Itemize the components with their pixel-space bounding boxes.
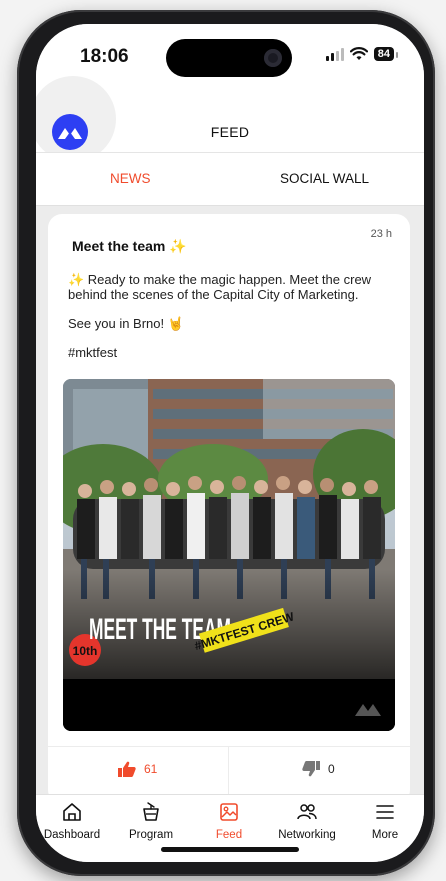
thumbs-up-icon xyxy=(118,761,136,777)
nav-label: Dashboard xyxy=(43,829,101,841)
post-title: Meet the team ✨ xyxy=(72,238,187,254)
battery-indicator: 84 xyxy=(373,47,399,61)
menu-icon xyxy=(376,805,394,819)
app-screen: 18:06 84 FEED NEWS SOCIAL WALL 23 h Meet… xyxy=(36,24,424,862)
people-icon xyxy=(297,804,317,820)
post-card[interactable]: 23 h Meet the team ✨ ✨ Ready to make the… xyxy=(48,214,410,804)
nav-dashboard[interactable]: Dashboard xyxy=(36,801,110,841)
post-paragraph: ✨ Ready to make the magic happen. Meet t… xyxy=(68,272,372,302)
post-timestamp: 23 h xyxy=(370,228,392,240)
like-count: 61 xyxy=(144,762,158,776)
camera-icon xyxy=(264,49,282,67)
wifi-icon xyxy=(349,47,368,60)
nav-label: More xyxy=(371,829,399,841)
dislike-count: 0 xyxy=(328,762,335,776)
page-title: FEED xyxy=(210,124,250,140)
feed-tabs: NEWS SOCIAL WALL xyxy=(36,152,424,206)
team-photo: 10th MEET THE TEAM #MKTFEST CREW xyxy=(63,379,395,731)
tab-news[interactable]: NEWS xyxy=(110,171,151,186)
reactions-bar: 61 0 xyxy=(48,746,410,801)
status-time: 18:06 xyxy=(80,46,129,67)
post-hashtag[interactable]: #mktfest xyxy=(68,345,398,360)
nav-feed[interactable]: Feed xyxy=(191,801,267,841)
podium-icon xyxy=(143,802,159,821)
nav-label: Feed xyxy=(215,829,243,841)
image-icon xyxy=(220,803,238,821)
post-paragraph: See you in Brno! 🤘 xyxy=(68,316,184,331)
image-badge-text: 10th xyxy=(73,644,98,658)
home-indicator[interactable] xyxy=(161,847,299,852)
thumbs-down-icon xyxy=(302,761,320,777)
nav-networking[interactable]: Networking xyxy=(269,801,345,841)
tab-social-wall[interactable]: SOCIAL WALL xyxy=(280,171,369,186)
post-body: ✨ Ready to make the magic happen. Meet t… xyxy=(68,272,398,374)
nav-label: Program xyxy=(128,829,174,841)
cellular-signal-icon xyxy=(325,47,344,61)
app-header: FEED xyxy=(36,76,424,162)
nav-program[interactable]: Program xyxy=(113,801,189,841)
like-button[interactable]: 61 xyxy=(118,761,157,777)
status-icons: 84 xyxy=(325,47,399,61)
home-icon xyxy=(63,803,81,821)
dislike-button[interactable]: 0 xyxy=(302,761,335,777)
nav-label: Networking xyxy=(278,829,336,841)
post-image[interactable]: 10th MEET THE TEAM #MKTFEST CREW xyxy=(63,379,395,731)
nav-more[interactable]: More xyxy=(347,801,423,841)
reaction-divider xyxy=(228,747,229,801)
dynamic-island xyxy=(166,39,292,77)
